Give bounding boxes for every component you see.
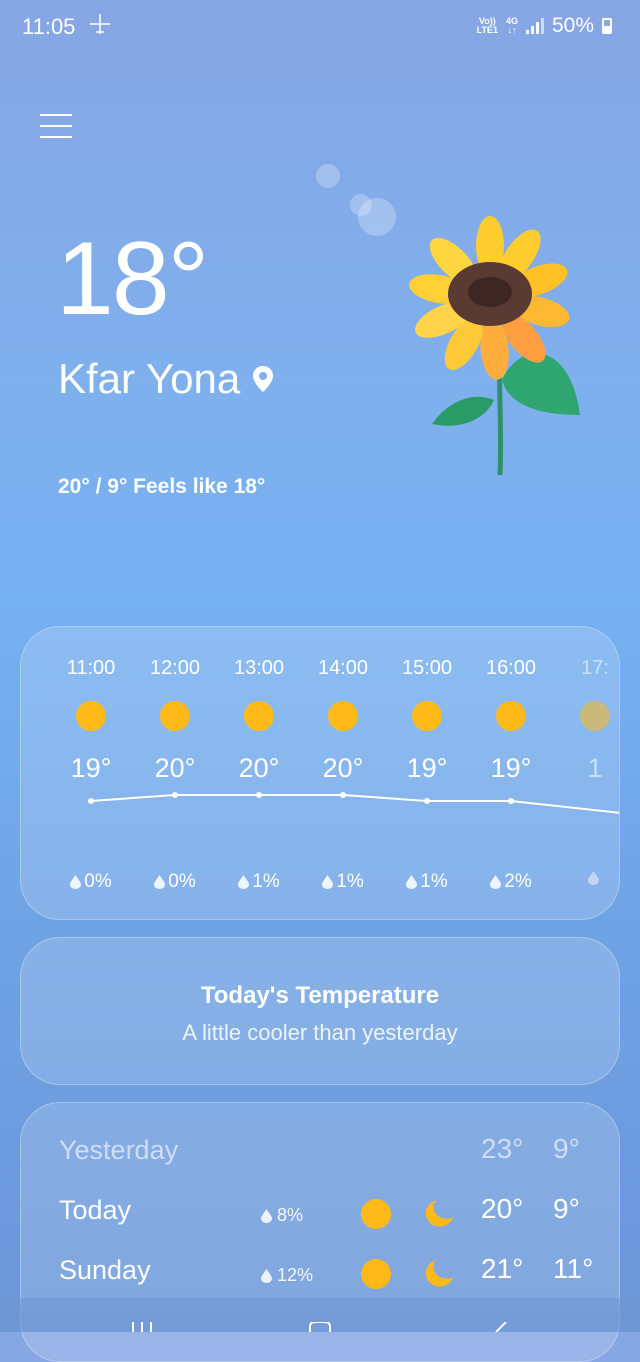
hourly-precipitation-value: 1%	[420, 871, 448, 892]
hourly-precipitation	[553, 871, 619, 885]
hourly-time: 17:	[581, 657, 609, 679]
daily-low: 9°	[553, 1193, 580, 1224]
daily-day-name: Today	[59, 1195, 132, 1225]
hourly-time: 14:00	[317, 657, 369, 679]
daily-high: 21°	[481, 1253, 524, 1284]
status-time: 11:05	[22, 14, 76, 39]
current-temperature: 18°	[56, 221, 209, 337]
raindrop-icon	[154, 875, 166, 889]
hourly-precipitation: 1%	[301, 871, 385, 893]
status-indicators: Vo)) LTE1 4G ↓↑ 50%	[477, 14, 612, 38]
hourly-temperature-point	[508, 798, 514, 804]
daily-high: 23°	[481, 1133, 524, 1164]
hourly-temperature-point	[88, 798, 94, 804]
raindrop-icon	[406, 875, 418, 889]
hourly-precipitation-value: 0%	[84, 871, 112, 892]
raindrop-icon	[322, 875, 334, 889]
daily-precipitation-value: 8%	[277, 1205, 304, 1225]
hourly-forecast-card[interactable]: 11:00 19° 0% 12:00 20° 0% 13:00 20° 1% 14:00 20° 1%…	[20, 626, 620, 920]
daily-low: 9°	[553, 1133, 580, 1164]
daily-day-name: Yesterday	[59, 1135, 179, 1165]
daily-precipitation: 8%	[261, 1205, 303, 1226]
sun-icon	[76, 701, 106, 731]
airplane-icon	[88, 12, 112, 43]
daily-row[interactable]: Today 8% 20° 9°	[21, 1191, 619, 1241]
sun-icon	[328, 701, 358, 731]
hourly-temperature: 20°	[238, 753, 280, 783]
hourly-precipitation-value: 2%	[504, 871, 532, 892]
raindrop-icon	[261, 1268, 272, 1283]
daily-row[interactable]: Sunday 12% 21° 11°	[21, 1251, 619, 1301]
sun-icon	[496, 701, 526, 731]
today-temperature-subtitle: A little cooler than yesterday	[182, 1020, 458, 1045]
location-name: Kfar Yona	[58, 355, 241, 402]
navigation-bar	[0, 1298, 640, 1332]
sun-icon	[361, 1259, 391, 1289]
hourly-precipitation: 1%	[385, 871, 469, 893]
hourly-time: 11:00	[66, 657, 116, 679]
high-low-feels-like: 20° / 9° Feels like 18°	[58, 475, 266, 498]
raindrop-icon	[490, 875, 502, 889]
volte-icon: Vo)) LTE1	[476, 16, 498, 35]
location[interactable]: Kfar Yona	[58, 355, 274, 403]
hourly-precipitation: 0%	[133, 871, 217, 893]
raindrop-icon	[261, 1208, 272, 1223]
hourly-time: 12:00	[149, 657, 201, 679]
hourly-temperature: 20°	[154, 753, 196, 783]
hourly-temperature-point	[172, 792, 178, 798]
location-pin-icon	[253, 366, 274, 392]
hourly-time: 13:00	[233, 657, 285, 679]
moon-icon	[425, 1260, 453, 1287]
hourly-temperature: 19°	[406, 753, 448, 783]
today-temperature-title: Today's Temperature	[200, 982, 440, 1009]
network-type-icon: 4G ↓↑	[505, 16, 518, 35]
hourly-temperature-point	[424, 798, 430, 804]
home-icon[interactable]	[308, 1322, 332, 1332]
daily-precipitation: 12%	[261, 1265, 313, 1286]
hourly-precipitation: 0%	[49, 871, 133, 893]
signal-icon	[525, 18, 544, 34]
hourly-temperature: 1	[587, 753, 603, 783]
bokeh-decoration	[316, 164, 340, 188]
back-icon[interactable]	[492, 1322, 508, 1332]
recent-apps-icon[interactable]	[130, 1322, 154, 1332]
hourly-time: 16:00	[485, 657, 537, 679]
daily-high: 20°	[481, 1193, 524, 1224]
sun-icon	[244, 701, 274, 731]
raindrop-icon	[70, 875, 82, 889]
hourly-temperature: 19°	[70, 753, 112, 783]
hourly-precipitation: 2%	[469, 871, 553, 893]
daily-day-name: Sunday	[59, 1255, 151, 1285]
hourly-precipitation-value: 1%	[252, 871, 280, 892]
today-temperature-card[interactable]: Today's Temperature A little cooler than…	[20, 937, 620, 1085]
battery-percent: 50%	[551, 14, 594, 37]
hourly-temperature-point	[340, 792, 346, 798]
hourly-precipitation: 1%	[217, 871, 301, 893]
moon-icon	[425, 1200, 453, 1227]
menu-icon[interactable]	[40, 114, 72, 144]
sun-icon	[361, 1199, 391, 1229]
hourly-precipitation-value: 0%	[168, 871, 196, 892]
hourly-temperature: 19°	[490, 753, 532, 783]
daily-low: 11°	[553, 1253, 594, 1284]
hourly-temperature-point	[256, 792, 262, 798]
battery-icon	[602, 18, 612, 34]
sun-icon	[412, 701, 442, 731]
sunflower-illustration	[409, 216, 580, 476]
status-bar: 11:05 Vo)) LTE1 4G ↓↑ 50%	[0, 0, 640, 56]
hourly-temperature: 20°	[322, 753, 364, 783]
hourly-precipitation-value: 1%	[336, 871, 364, 892]
daily-precipitation-value: 12%	[277, 1265, 314, 1285]
sun-icon	[580, 701, 610, 731]
hourly-time: 15:00	[401, 657, 453, 679]
daily-row[interactable]: Yesterday 23° 9°	[21, 1131, 619, 1181]
raindrop-icon	[588, 871, 599, 885]
sun-icon	[160, 701, 190, 731]
raindrop-icon	[238, 875, 250, 889]
